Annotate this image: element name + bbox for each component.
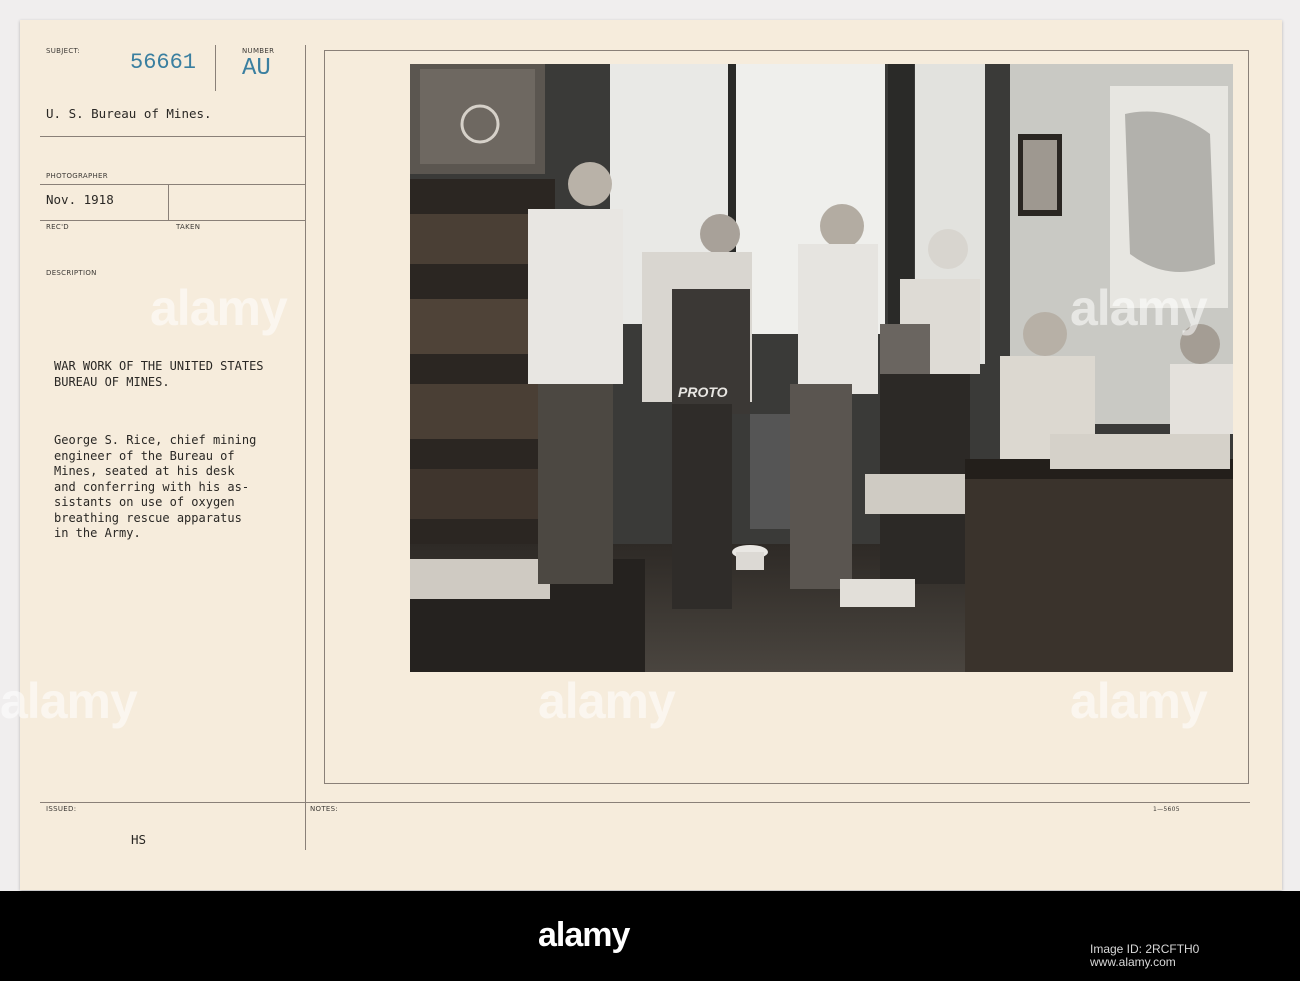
watermark: alamy (538, 673, 676, 729)
photo-border-top (324, 50, 1249, 51)
issued-value: HS (131, 832, 147, 847)
number-label: NUMBER (242, 47, 275, 55)
proto-apparatus-label: PROTO (678, 384, 728, 400)
watermark: alamy (1070, 673, 1208, 729)
rule-recd (40, 220, 305, 221)
rule-taken-divider (168, 184, 169, 220)
stock-brand-logo: alamy (538, 916, 630, 954)
rule-number-divider (215, 45, 216, 91)
image-id: Image ID: 2RCFTH0 (1090, 942, 1200, 956)
photo-border-bottom (324, 783, 1249, 784)
watermark: alamy (0, 673, 138, 729)
description-line: in the Army. (54, 526, 141, 540)
description-label: DESCRIPTION (46, 269, 97, 277)
subject-label: SUBJECT: (46, 47, 81, 55)
historical-photograph: PROTO (410, 64, 1233, 672)
office-scene-illustration: PROTO (410, 64, 1233, 672)
description-line: Mines, seated at his desk (54, 464, 235, 478)
photographer-label: PHOTOGRAPHER (46, 172, 108, 180)
description-body: George S. Rice, chief mining engineer of… (54, 433, 256, 542)
recd-date: Nov. 1918 (46, 192, 114, 207)
form-number: 1—5605 (1153, 806, 1180, 813)
description-line: engineer of the Bureau of (54, 448, 235, 463)
description-title-line-2: BUREAU OF MINES. (54, 375, 170, 389)
column-divider (305, 45, 306, 850)
issued-label: ISSUED: (46, 805, 77, 813)
rule-issued (40, 802, 1250, 803)
photo-border-right (1248, 50, 1249, 784)
watermark: alamy (150, 280, 288, 336)
subject-number: 56661 (130, 50, 197, 75)
subject-text: U. S. Bureau of Mines. (46, 106, 212, 121)
rule-photographer (40, 184, 305, 185)
description-line: breathing rescue apparatus (54, 510, 242, 525)
description-line: and conferring with his as- (54, 479, 250, 494)
rule-subject (40, 136, 305, 137)
watermark: alamy (1070, 280, 1208, 336)
notes-label: NOTES: (310, 805, 339, 813)
number-stamp: AU (242, 55, 271, 82)
taken-label: TAKEN (176, 223, 201, 231)
site-url: www.alamy.com (1090, 955, 1176, 969)
photo-border-left (324, 50, 325, 784)
description-line: sistants on use of oxygen (54, 495, 235, 509)
description-title-line-1: WAR WORK OF THE UNITED STATES (54, 359, 264, 373)
description-line: George S. Rice, chief mining (54, 433, 257, 447)
recd-label: REC'D (46, 223, 69, 231)
